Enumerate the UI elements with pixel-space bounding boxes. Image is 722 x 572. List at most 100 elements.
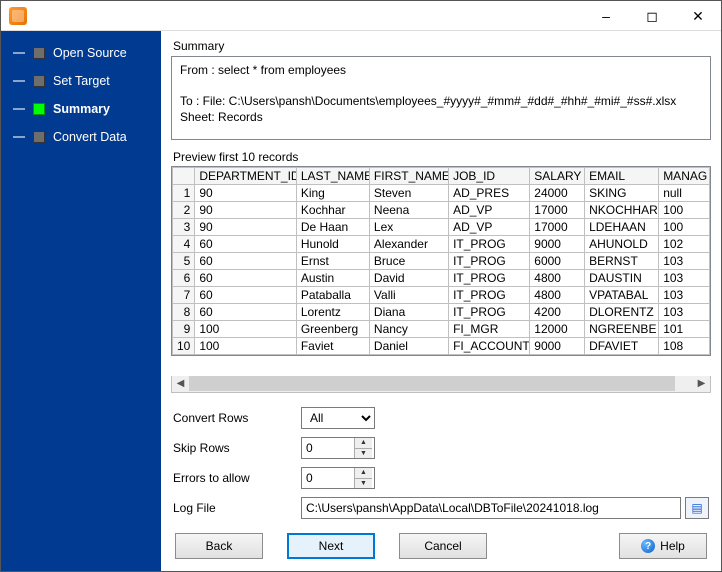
table-cell: 103 [659, 253, 710, 270]
table-row[interactable]: 9100GreenbergNancyFI_MGR12000NGREENBE101 [173, 321, 710, 338]
convert-rows-select[interactable]: All [301, 407, 375, 429]
table-row[interactable]: 760PataballaValliIT_PROG4800VPATABAL103 [173, 287, 710, 304]
column-header[interactable]: JOB_ID [449, 168, 530, 185]
log-file-label: Log File [171, 501, 301, 515]
file-browse-icon: ▤ [691, 501, 702, 515]
help-icon: ? [641, 539, 655, 553]
nav-step-icon [33, 75, 45, 87]
table-row[interactable]: 460HunoldAlexanderIT_PROG9000AHUNOLD102 [173, 236, 710, 253]
sidebar-item-convert-data[interactable]: Convert Data [1, 123, 161, 151]
column-header[interactable]: DEPARTMENT_ID [195, 168, 297, 185]
table-row[interactable]: 190KingStevenAD_PRES24000SKINGnull [173, 185, 710, 202]
sidebar-item-open-source[interactable]: Open Source [1, 39, 161, 67]
table-cell: Diana [369, 304, 448, 321]
table-cell: LDEHAAN [585, 219, 659, 236]
table-cell: AHUNOLD [585, 236, 659, 253]
column-header[interactable]: EMAIL [585, 168, 659, 185]
table-cell: 4200 [530, 304, 585, 321]
table-cell: 9000 [530, 338, 585, 355]
table-cell: King [296, 185, 369, 202]
nav-connector-icon [13, 108, 25, 110]
table-cell: 90 [195, 185, 297, 202]
table-cell: 60 [195, 304, 297, 321]
table-cell: Faviet [296, 338, 369, 355]
table-row[interactable]: 290KochharNeenaAD_VP17000NKOCHHAR100 [173, 202, 710, 219]
column-header[interactable]: FIRST_NAME [369, 168, 448, 185]
column-header[interactable]: LAST_NAME [296, 168, 369, 185]
table-cell: 103 [659, 304, 710, 321]
table-cell: Daniel [369, 338, 448, 355]
app-window: – ◻ ✕ Open Source Set Target Summary [0, 0, 722, 572]
row-number-cell: 7 [173, 287, 195, 304]
table-row[interactable]: 660AustinDavidIT_PROG4800DAUSTIN103 [173, 270, 710, 287]
table-cell: Steven [369, 185, 448, 202]
table-cell: 100 [195, 321, 297, 338]
scroll-right-icon[interactable]: ▶ [693, 376, 710, 391]
table-row[interactable]: 390De HaanLexAD_VP17000LDEHAAN100 [173, 219, 710, 236]
table-cell: DLORENTZ [585, 304, 659, 321]
table-cell: Lorentz [296, 304, 369, 321]
table-row[interactable]: 10100FavietDanielFI_ACCOUNT9000DFAVIET10… [173, 338, 710, 355]
spin-up-icon[interactable]: ▲ [355, 468, 372, 479]
row-number-cell: 2 [173, 202, 195, 219]
wizard-footer: Back Next Cancel ? Help [171, 533, 711, 559]
table-cell: 6000 [530, 253, 585, 270]
errors-spinner[interactable]: ▲▼ [301, 467, 375, 489]
table-cell: 103 [659, 270, 710, 287]
scroll-thumb[interactable] [189, 376, 675, 391]
table-cell: IT_PROG [449, 304, 530, 321]
nav-step-icon [33, 103, 45, 115]
table-cell: AD_VP [449, 219, 530, 236]
sidebar-item-set-target[interactable]: Set Target [1, 67, 161, 95]
row-number-cell: 6 [173, 270, 195, 287]
table-cell: 9000 [530, 236, 585, 253]
nav-connector-icon [13, 80, 25, 82]
table-cell: Hunold [296, 236, 369, 253]
skip-rows-spinner[interactable]: ▲▼ [301, 437, 375, 459]
spin-down-icon[interactable]: ▼ [355, 479, 372, 489]
spin-up-icon[interactable]: ▲ [355, 438, 372, 449]
next-button[interactable]: Next [287, 533, 375, 559]
row-number-cell: 5 [173, 253, 195, 270]
close-button[interactable]: ✕ [675, 1, 721, 31]
table-cell: IT_PROG [449, 287, 530, 304]
table-cell: IT_PROG [449, 270, 530, 287]
maximize-button[interactable]: ◻ [629, 1, 675, 31]
preview-table: DEPARTMENT_IDLAST_NAMEFIRST_NAMEJOB_IDSA… [171, 166, 711, 356]
summary-text-box[interactable]: From : select * from employees To : File… [171, 56, 711, 140]
log-file-browse-button[interactable]: ▤ [685, 497, 709, 519]
table-cell: Kochhar [296, 202, 369, 219]
nav-connector-icon [13, 136, 25, 138]
table-cell: NKOCHHAR [585, 202, 659, 219]
nav-step-icon [33, 47, 45, 59]
sidebar-item-label: Summary [53, 102, 110, 116]
minimize-button[interactable]: – [583, 1, 629, 31]
sidebar-item-summary[interactable]: Summary [1, 95, 161, 123]
table-cell: 4800 [530, 287, 585, 304]
errors-label: Errors to allow [171, 471, 301, 485]
preview-horizontal-scrollbar[interactable]: ◀ ▶ [171, 376, 711, 393]
errors-input[interactable] [302, 468, 354, 488]
help-button[interactable]: ? Help [619, 533, 707, 559]
skip-rows-input[interactable] [302, 438, 354, 458]
table-cell: 60 [195, 253, 297, 270]
row-number-cell: 10 [173, 338, 195, 355]
cancel-button[interactable]: Cancel [399, 533, 487, 559]
spin-down-icon[interactable]: ▼ [355, 449, 372, 459]
sidebar-item-label: Set Target [53, 74, 110, 88]
table-row[interactable]: 860LorentzDianaIT_PROG4200DLORENTZ103 [173, 304, 710, 321]
table-cell: De Haan [296, 219, 369, 236]
column-header[interactable]: MANAG [659, 168, 710, 185]
table-cell: DFAVIET [585, 338, 659, 355]
table-row[interactable]: 560ErnstBruceIT_PROG6000BERNST103 [173, 253, 710, 270]
row-number-cell: 3 [173, 219, 195, 236]
log-file-input[interactable] [301, 497, 681, 519]
table-cell: Pataballa [296, 287, 369, 304]
sidebar: Open Source Set Target Summary Convert D… [1, 31, 161, 571]
scroll-left-icon[interactable]: ◀ [172, 376, 189, 391]
row-number-cell: 8 [173, 304, 195, 321]
row-number-cell: 4 [173, 236, 195, 253]
column-header[interactable]: SALARY [530, 168, 585, 185]
back-button[interactable]: Back [175, 533, 263, 559]
table-cell: 17000 [530, 202, 585, 219]
